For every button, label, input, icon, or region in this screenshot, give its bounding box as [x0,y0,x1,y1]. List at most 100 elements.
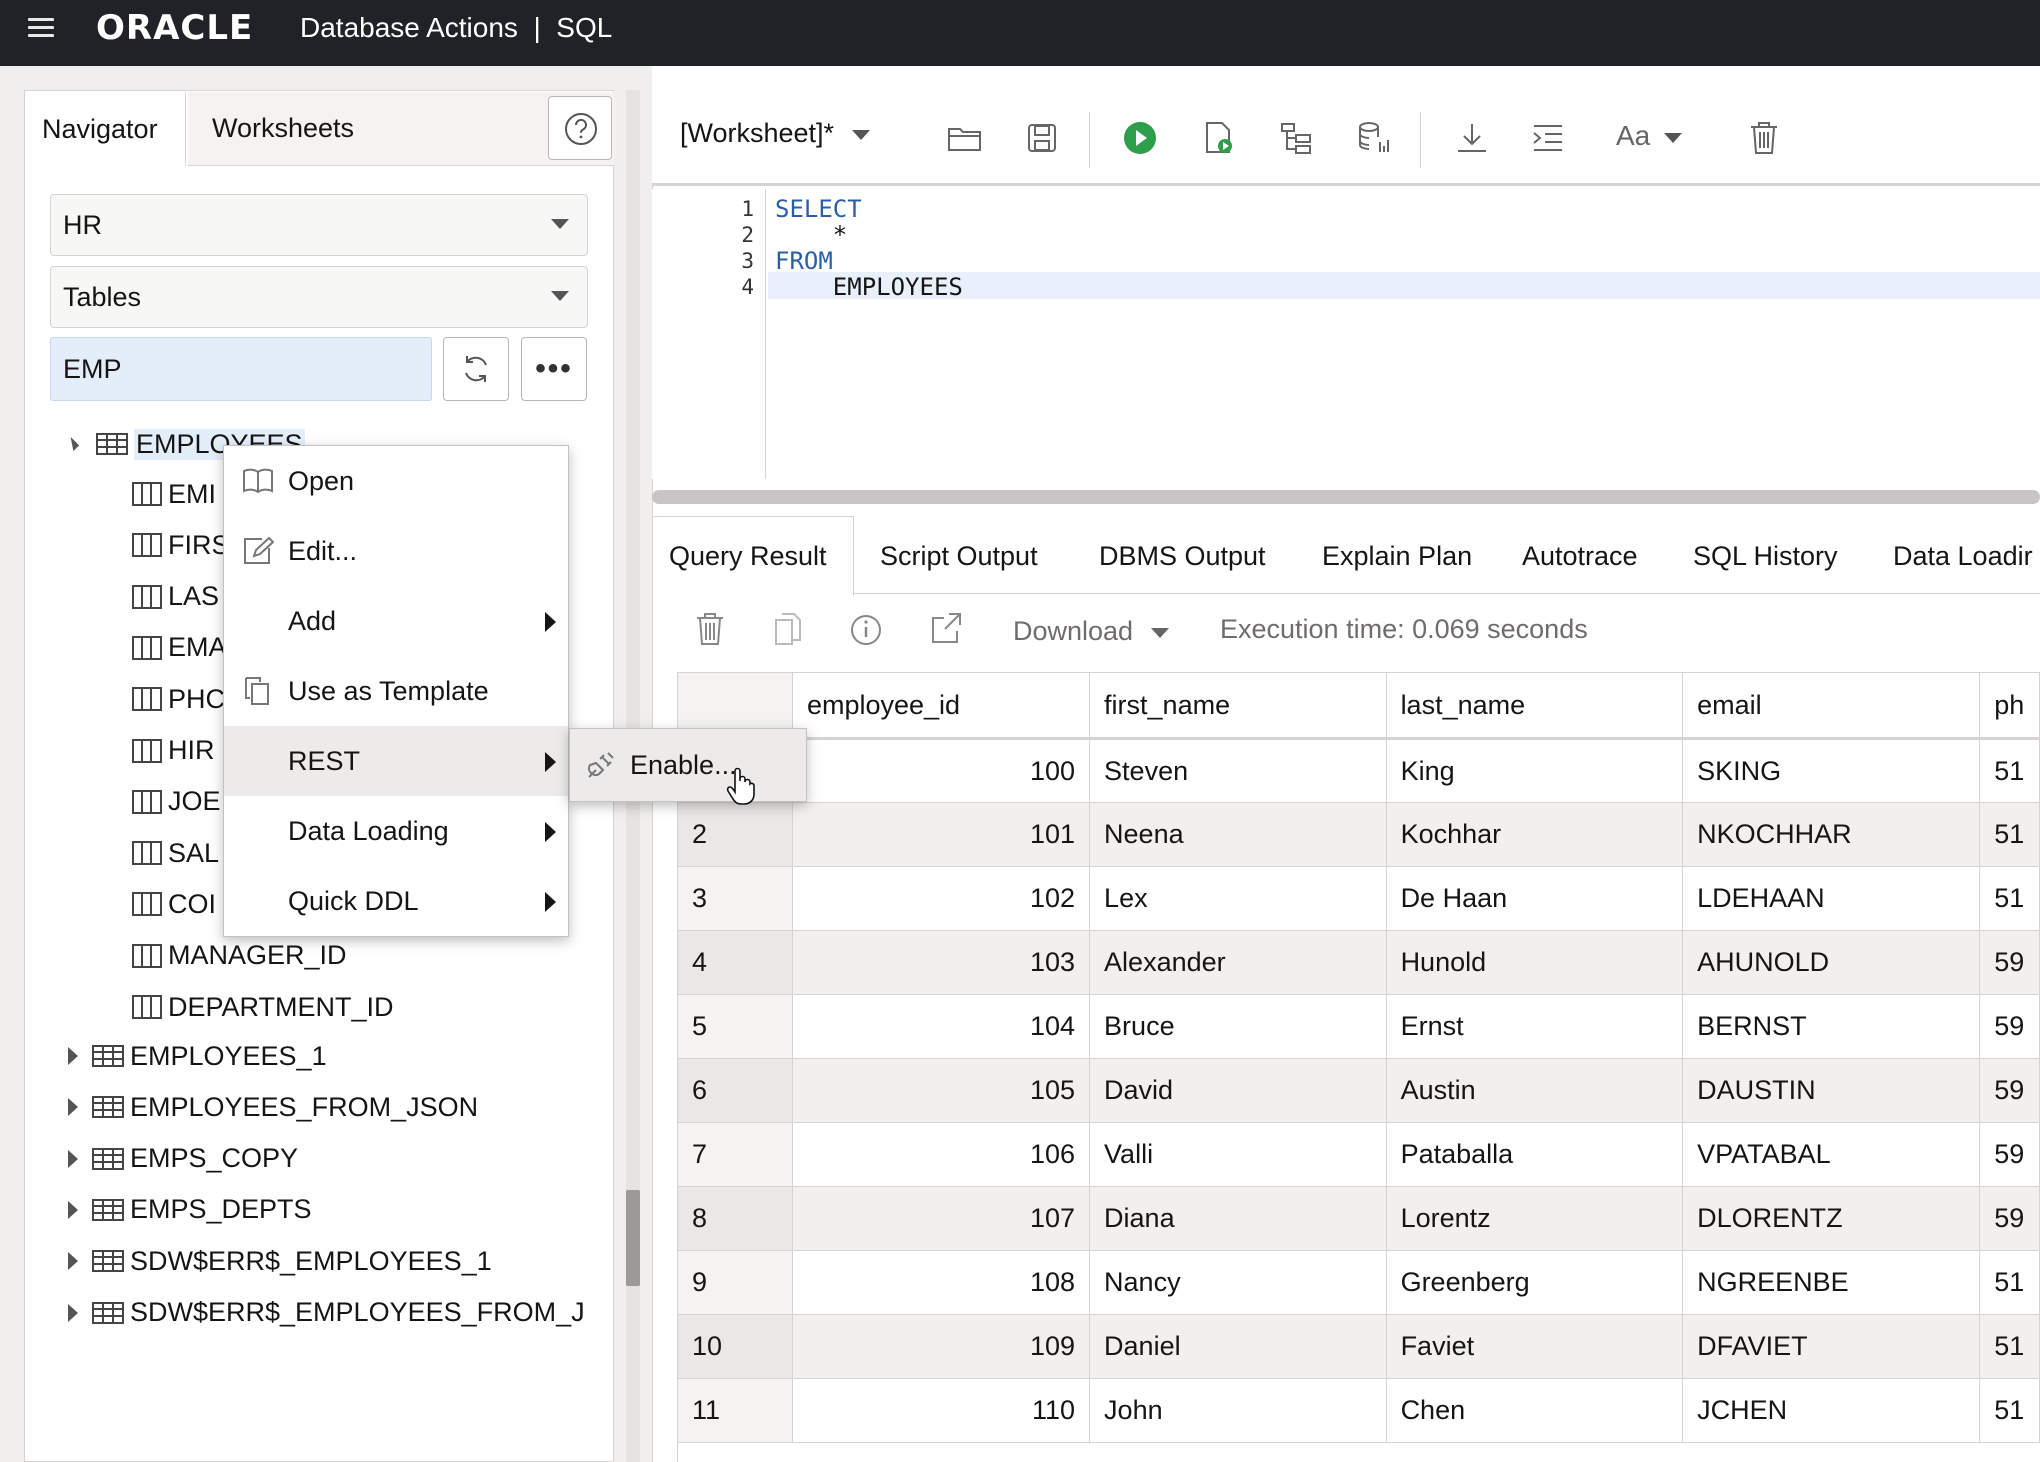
row-number[interactable]: 4 [678,930,793,995]
menu-item-data-loading[interactable]: Data Loading [224,796,568,866]
table-cell[interactable]: BERNST [1682,994,1981,1059]
row-number[interactable]: 2 [678,802,793,867]
table-row[interactable]: 5 104 Bruce Ernst BERNST 59 [678,994,2040,1059]
tab-sql-history[interactable]: SQL History [1693,541,1838,572]
menu-item-rest[interactable]: REST [224,726,568,796]
table-cell[interactable]: Alexander [1089,930,1387,995]
table-cell[interactable]: 103 [792,930,1091,995]
collapse-triangle-icon[interactable] [64,436,80,452]
table-cell[interactable]: Hunold [1386,930,1684,995]
autotrace-icon[interactable] [1352,116,1396,160]
row-number[interactable]: 3 [678,866,793,931]
tree-table-node[interactable]: EMPS_COPY [68,1137,588,1181]
table-cell[interactable]: De Haan [1386,866,1684,931]
table-cell[interactable]: 51 [1979,1250,2040,1315]
menu-item-use-as-template[interactable]: Use as Template [224,656,568,726]
menu-item-add[interactable]: Add [224,586,568,656]
font-size-button[interactable]: Aa [1616,120,1683,152]
table-cell[interactable]: NKOCHHAR [1682,802,1981,867]
tree-table-node[interactable]: EMPLOYEES_1 [68,1034,588,1078]
table-row[interactable]: 7 106 Valli Pataballa VPATABAL 59 [678,1122,2040,1187]
table-cell[interactable]: Nancy [1089,1250,1387,1315]
format-indent-icon[interactable] [1526,116,1570,160]
table-cell[interactable]: DAUSTIN [1682,1058,1981,1123]
expand-triangle-icon[interactable] [68,1047,78,1065]
row-number[interactable]: 10 [678,1314,793,1379]
table-cell[interactable]: Neena [1089,802,1387,867]
table-cell[interactable]: Chen [1386,1378,1684,1443]
table-cell[interactable]: Valli [1089,1122,1387,1187]
expand-triangle-icon[interactable] [68,1303,78,1322]
table-cell[interactable]: Pataballa [1386,1122,1684,1187]
table-cell[interactable]: 51 [1979,738,2040,803]
table-cell[interactable]: King [1386,738,1684,803]
tab-explain-plan[interactable]: Explain Plan [1322,541,1472,572]
table-cell[interactable]: 59 [1979,1186,2040,1251]
table-cell[interactable]: 102 [792,866,1091,931]
row-number[interactable]: 9 [678,1250,793,1315]
table-cell[interactable]: 105 [792,1058,1091,1123]
tree-column-node[interactable]: SAL [132,831,219,875]
table-row[interactable]: 8 107 Diana Lorentz DLORENTZ 59 [678,1186,2040,1251]
sql-editor[interactable] [652,189,2040,479]
expand-triangle-icon[interactable] [68,1200,78,1219]
tree-table-node[interactable]: SDW$ERR$_EMPLOYEES_1 [68,1239,588,1283]
open-external-icon[interactable] [928,610,964,651]
table-cell[interactable]: Daniel [1089,1314,1387,1379]
expand-triangle-icon[interactable] [68,1252,78,1271]
row-number[interactable]: 6 [678,1058,793,1123]
column-header[interactable]: ph [1979,672,2040,740]
schema-select[interactable]: HR [50,194,588,256]
table-cell[interactable]: DFAVIET [1682,1314,1981,1379]
tree-column-node[interactable]: EMI [132,472,216,516]
clear-trash-icon[interactable] [1742,116,1786,160]
column-header[interactable]: employee_id [792,672,1091,740]
table-row[interactable]: 10 109 Daniel Faviet DFAVIET 51 [678,1314,2040,1379]
help-button[interactable] [548,96,612,160]
tree-column-node[interactable]: EMA [132,626,227,670]
row-number[interactable]: 7 [678,1122,793,1187]
table-cell[interactable]: 104 [792,994,1091,1059]
table-cell[interactable]: John [1089,1378,1387,1443]
table-cell[interactable]: 109 [792,1314,1091,1379]
table-cell[interactable]: Lorentz [1386,1186,1684,1251]
tree-table-node[interactable]: EMPLOYEES_FROM_JSON [68,1085,588,1129]
table-cell[interactable]: DLORENTZ [1682,1186,1981,1251]
table-cell[interactable]: LDEHAAN [1682,866,1981,931]
more-options-button[interactable]: ••• [521,337,587,401]
worksheet-selector[interactable]: [Worksheet]* [680,118,871,149]
table-cell[interactable]: JCHEN [1682,1378,1981,1443]
expand-triangle-icon[interactable] [68,1098,78,1117]
table-cell[interactable]: 59 [1979,930,2040,995]
table-cell[interactable]: AHUNOLD [1682,930,1981,995]
table-cell[interactable]: SKING [1682,738,1981,803]
table-cell[interactable]: 51 [1979,1378,2040,1443]
tree-column-node[interactable]: HIR [132,729,215,773]
tree-column-node[interactable]: JOE [132,780,221,824]
row-number[interactable]: 5 [678,994,793,1059]
column-header[interactable]: email [1682,672,1981,740]
tab-worksheets[interactable]: Worksheets [188,92,408,166]
table-cell[interactable]: 59 [1979,1122,2040,1187]
tab-script-output[interactable]: Script Output [880,541,1038,572]
column-header[interactable]: last_name [1386,672,1684,740]
table-cell[interactable]: Lex [1089,866,1387,931]
explain-plan-icon[interactable] [1274,116,1318,160]
expand-triangle-icon[interactable] [68,1149,78,1168]
table-cell[interactable]: Kochhar [1386,802,1684,867]
tab-query-result[interactable]: Query Result [669,541,827,572]
tree-column-node[interactable]: PHC [132,677,225,721]
tab-navigator[interactable]: Navigator [26,92,186,166]
table-cell[interactable]: 106 [792,1122,1091,1187]
table-cell[interactable]: Diana [1089,1186,1387,1251]
object-search-input[interactable]: EMP [50,337,432,401]
table-cell[interactable]: Bruce [1089,994,1387,1059]
table-cell[interactable]: 51 [1979,866,2040,931]
splitter-handle[interactable] [652,490,2040,504]
tree-table-node[interactable]: SDW$ERR$_EMPLOYEES_FROM_J [68,1291,588,1335]
table-row[interactable]: 4 103 Alexander Hunold AHUNOLD 59 [678,930,2040,995]
table-row[interactable]: 11 110 John Chen JCHEN 51 [678,1378,2040,1443]
download-icon[interactable] [1450,116,1494,160]
table-cell[interactable]: 51 [1979,802,2040,867]
table-cell[interactable]: 107 [792,1186,1091,1251]
